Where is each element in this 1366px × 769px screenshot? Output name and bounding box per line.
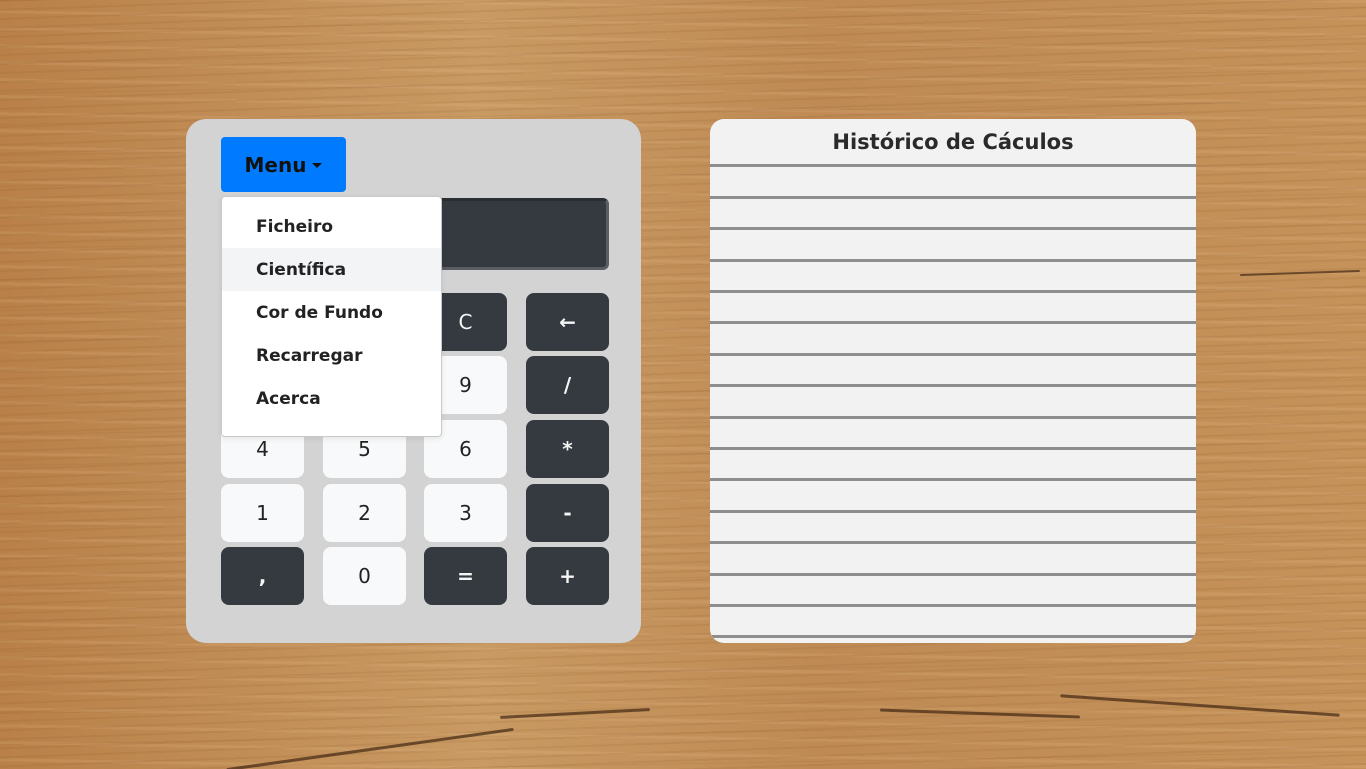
- history-line: [710, 259, 1196, 262]
- menu-button-label: Menu: [244, 152, 307, 177]
- history-line: [710, 321, 1196, 324]
- history-line: [710, 510, 1196, 513]
- wood-crack: [226, 727, 514, 769]
- menu-dropdown: Ficheiro Científica Cor de Fundo Recarre…: [221, 196, 442, 437]
- history-line: [710, 227, 1196, 230]
- history-line: [710, 196, 1196, 199]
- key-add[interactable]: +: [526, 547, 609, 605]
- menu-item-cor-de-fundo[interactable]: Cor de Fundo: [222, 291, 441, 334]
- wood-crack: [1240, 269, 1360, 277]
- menu-item-ficheiro[interactable]: Ficheiro: [222, 205, 441, 248]
- menu-item-acerca[interactable]: Acerca: [222, 377, 441, 420]
- menu-item-recarregar[interactable]: Recarregar: [222, 334, 441, 377]
- history-line: [710, 541, 1196, 544]
- history-line: [710, 353, 1196, 356]
- history-line: [710, 635, 1196, 638]
- key-subtract[interactable]: -: [526, 484, 609, 542]
- history-line: [710, 164, 1196, 167]
- history-line: [710, 290, 1196, 293]
- key-backspace[interactable]: ←: [526, 293, 609, 351]
- key-equals[interactable]: =: [424, 547, 507, 605]
- history-line: [710, 573, 1196, 576]
- history-title: Histórico de Cáculos: [832, 130, 1074, 154]
- key-divide[interactable]: /: [526, 356, 609, 414]
- caret-down-icon: [312, 163, 323, 168]
- key-0[interactable]: 0: [323, 547, 406, 605]
- key-3[interactable]: 3: [424, 484, 507, 542]
- key-2[interactable]: 2: [323, 484, 406, 542]
- wood-crack: [880, 708, 1080, 719]
- wood-crack: [500, 708, 650, 719]
- menu-button[interactable]: Menu: [221, 137, 346, 192]
- history-line: [710, 416, 1196, 419]
- history-line: [710, 478, 1196, 481]
- key-comma[interactable]: ,: [221, 547, 304, 605]
- history-line: [710, 604, 1196, 607]
- key-1[interactable]: 1: [221, 484, 304, 542]
- wood-crack: [1060, 694, 1340, 717]
- history-line: [710, 447, 1196, 450]
- key-multiply[interactable]: *: [526, 420, 609, 478]
- history-panel: Histórico de Cáculos: [710, 119, 1196, 643]
- menu-item-cientifica[interactable]: Científica: [222, 248, 441, 291]
- history-line: [710, 384, 1196, 387]
